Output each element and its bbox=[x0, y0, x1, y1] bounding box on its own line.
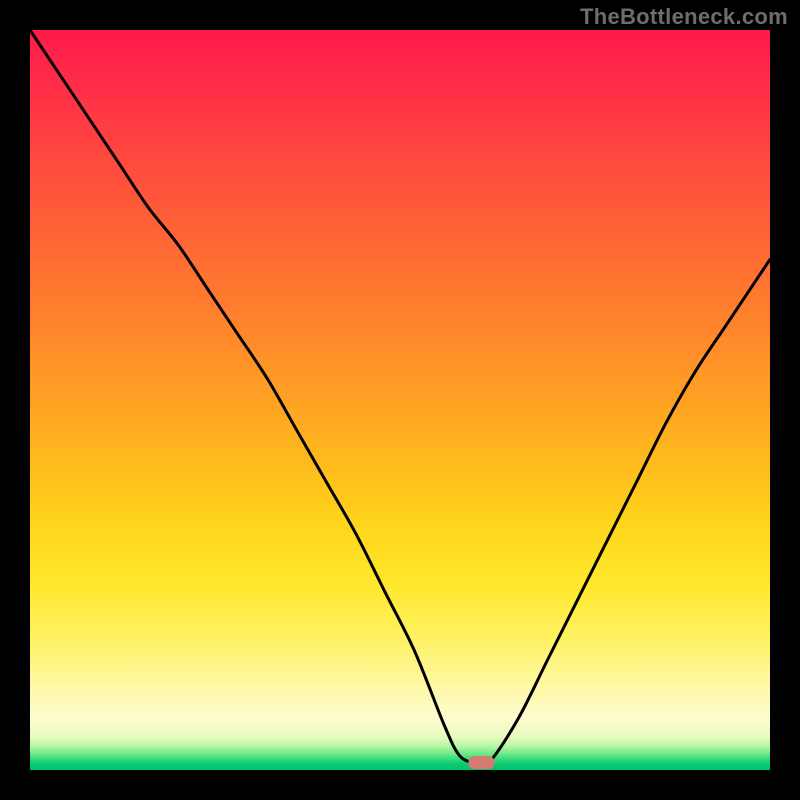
watermark-text: TheBottleneck.com bbox=[580, 4, 788, 30]
plot-area bbox=[30, 30, 770, 770]
minimum-marker bbox=[468, 756, 494, 769]
bottleneck-curve bbox=[30, 30, 770, 766]
chart-frame: TheBottleneck.com bbox=[0, 0, 800, 800]
curve-layer bbox=[30, 30, 770, 770]
